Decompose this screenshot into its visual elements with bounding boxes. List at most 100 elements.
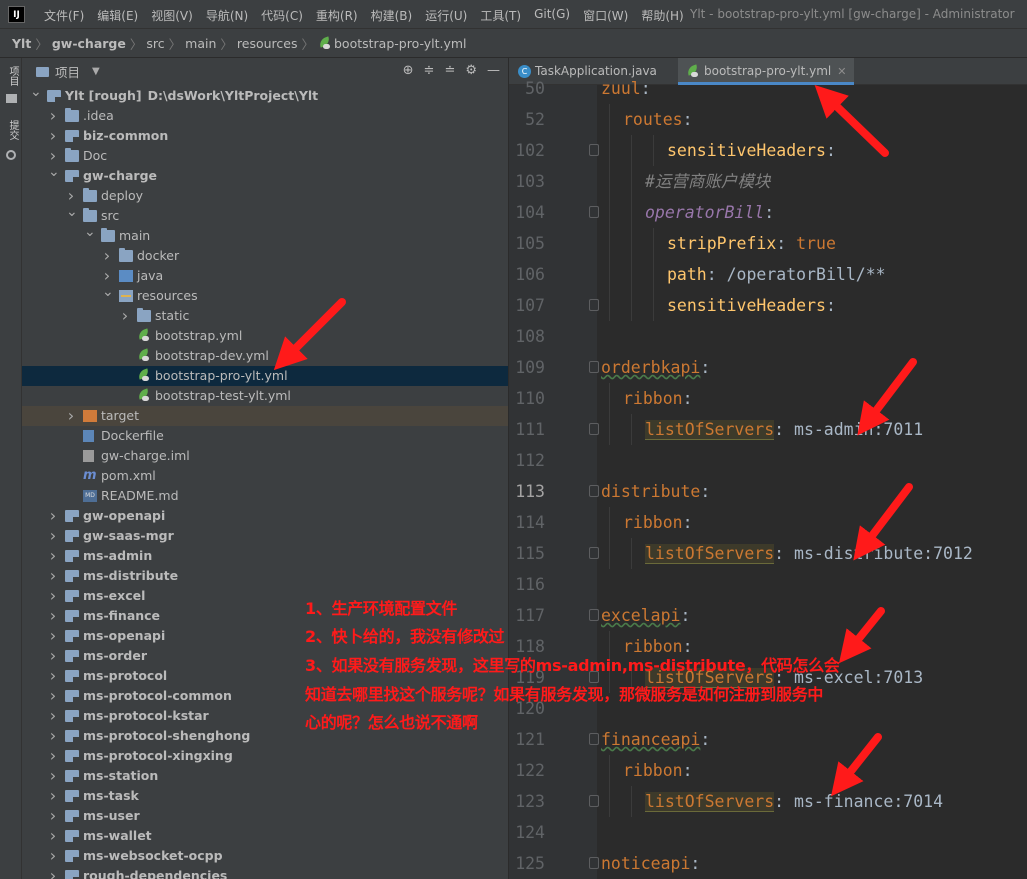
menu-item[interactable]: 运行(U) bbox=[425, 7, 467, 24]
tree-row[interactable]: › rough-dependencies bbox=[22, 866, 508, 879]
expand-all-icon[interactable]: ≑ bbox=[424, 63, 435, 78]
menu-item[interactable]: 导航(N) bbox=[206, 7, 248, 24]
chevron-right-icon[interactable]: › bbox=[48, 706, 58, 726]
chevron-right-icon[interactable]: › bbox=[48, 106, 58, 126]
menu-item[interactable]: 视图(V) bbox=[151, 7, 193, 24]
chevron-right-icon[interactable]: › bbox=[48, 786, 58, 806]
chevron-right-icon[interactable]: › bbox=[48, 526, 58, 546]
chevron-down-icon[interactable]: ⌄ bbox=[66, 205, 78, 219]
breadcrumb-item[interactable]: src bbox=[146, 36, 164, 51]
menu-item[interactable]: Git(G) bbox=[534, 7, 570, 24]
tree-row[interactable]: ⌄ gw-charge bbox=[22, 165, 508, 186]
project-pane-title[interactable]: 项目 bbox=[55, 62, 80, 81]
menu-item[interactable]: 重构(R) bbox=[316, 7, 358, 24]
code-area[interactable]: 50 zuul: 52 routes: 102 sensitiveHeaders: 103 #… bbox=[509, 79, 1027, 879]
chevron-right-icon[interactable]: › bbox=[48, 566, 58, 586]
chevron-right-icon[interactable]: › bbox=[48, 806, 58, 826]
tree-row[interactable]: › gw-openapi bbox=[22, 506, 508, 526]
menu-item[interactable]: 构建(B) bbox=[371, 7, 413, 24]
chevron-right-icon[interactable]: › bbox=[48, 826, 58, 846]
chevron-right-icon[interactable]: › bbox=[48, 586, 58, 606]
tree-row[interactable]: › static bbox=[22, 306, 508, 326]
fold-marker-icon[interactable] bbox=[589, 857, 599, 869]
tree-row[interactable]: ⌄ Ylt [rough] D:\dsWork\YltProject\Ylt bbox=[22, 85, 508, 106]
tree-row[interactable]: › gw-saas-mgr bbox=[22, 526, 508, 546]
chevron-right-icon[interactable]: › bbox=[48, 146, 58, 166]
chevron-right-icon[interactable]: › bbox=[48, 726, 58, 746]
tree-row[interactable]: › ms-task bbox=[22, 786, 508, 806]
chevron-down-icon[interactable]: ⌄ bbox=[48, 165, 60, 179]
menu-item[interactable]: 编辑(E) bbox=[97, 7, 138, 24]
fold-marker-icon[interactable] bbox=[589, 206, 599, 218]
tree-row[interactable]: bootstrap-pro-ylt.yml bbox=[22, 366, 508, 386]
tree-row[interactable]: › ms-wallet bbox=[22, 826, 508, 846]
chevron-right-icon[interactable]: › bbox=[102, 266, 112, 286]
tree-row[interactable]: ⌄ resources bbox=[22, 285, 508, 306]
tree-row[interactable]: › ms-protocol-xingxing bbox=[22, 746, 508, 766]
breadcrumb-item[interactable]: Ylt bbox=[12, 36, 31, 51]
tree-row[interactable]: bootstrap.yml bbox=[22, 326, 508, 346]
tree-row[interactable]: bootstrap-dev.yml bbox=[22, 346, 508, 366]
fold-marker-icon[interactable] bbox=[589, 361, 599, 373]
tree-row[interactable]: ⌄ src bbox=[22, 205, 508, 226]
minimize-icon[interactable]: — bbox=[487, 63, 500, 78]
chevron-right-icon[interactable]: › bbox=[48, 506, 58, 526]
breadcrumb-item[interactable]: gw-charge bbox=[52, 36, 126, 51]
tree-row[interactable]: › docker bbox=[22, 246, 508, 266]
project-tool-button[interactable]: 项目 bbox=[2, 66, 20, 86]
chevron-right-icon[interactable]: › bbox=[48, 766, 58, 786]
fold-marker-icon[interactable] bbox=[589, 144, 599, 156]
chevron-right-icon[interactable]: › bbox=[48, 646, 58, 666]
chevron-right-icon[interactable]: › bbox=[48, 126, 58, 146]
chevron-down-icon[interactable]: ⌄ bbox=[84, 225, 96, 239]
tree-row[interactable]: ⌄ main bbox=[22, 225, 508, 246]
chevron-down-icon[interactable]: ⌄ bbox=[30, 85, 42, 99]
tree-row[interactable]: › Doc bbox=[22, 146, 508, 166]
gear-icon[interactable]: ⚙ bbox=[465, 63, 477, 78]
chevron-down-icon[interactable]: ▼ bbox=[92, 66, 100, 77]
tree-row[interactable]: gw-charge.iml bbox=[22, 446, 508, 466]
chevron-right-icon[interactable]: › bbox=[48, 666, 58, 686]
tree-row[interactable]: › biz-common bbox=[22, 126, 508, 146]
menu-item[interactable]: 窗口(W) bbox=[583, 7, 628, 24]
breadcrumb-item[interactable]: resources bbox=[237, 36, 298, 51]
tree-row[interactable]: bootstrap-test-ylt.yml bbox=[22, 386, 508, 406]
tree-row[interactable]: › ms-admin bbox=[22, 546, 508, 566]
menu-item[interactable]: 工具(T) bbox=[480, 7, 521, 24]
tree-row[interactable]: › ms-distribute bbox=[22, 566, 508, 586]
chevron-right-icon[interactable]: › bbox=[48, 846, 58, 866]
tree-row[interactable]: › target bbox=[22, 406, 508, 426]
fold-marker-icon[interactable] bbox=[589, 299, 599, 311]
tree-row[interactable]: m pom.xml bbox=[22, 466, 508, 486]
menu-item[interactable]: 代码(C) bbox=[261, 7, 303, 24]
menu-item[interactable]: 文件(F) bbox=[44, 7, 84, 24]
tree-row[interactable]: › ms-user bbox=[22, 806, 508, 826]
fold-marker-icon[interactable] bbox=[589, 485, 599, 497]
chevron-right-icon[interactable]: › bbox=[48, 606, 58, 626]
menu-item[interactable]: 帮助(H) bbox=[641, 7, 683, 24]
tree-row[interactable]: › ms-websocket-ocpp bbox=[22, 846, 508, 866]
tree-row[interactable]: › .idea bbox=[22, 106, 508, 126]
chevron-right-icon[interactable]: › bbox=[102, 246, 112, 266]
fold-marker-icon[interactable] bbox=[589, 423, 599, 435]
breadcrumb-item[interactable]: main bbox=[185, 36, 216, 51]
chevron-right-icon[interactable]: › bbox=[66, 186, 76, 206]
chevron-right-icon[interactable]: › bbox=[48, 866, 58, 879]
tree-row[interactable]: › java bbox=[22, 266, 508, 286]
tree-row[interactable]: Dockerfile bbox=[22, 426, 508, 446]
chevron-right-icon[interactable]: › bbox=[48, 546, 58, 566]
tree-row[interactable]: › ms-station bbox=[22, 766, 508, 786]
breadcrumb-item[interactable]: bootstrap-pro-ylt.yml bbox=[334, 36, 467, 51]
chevron-right-icon[interactable]: › bbox=[48, 626, 58, 646]
chevron-right-icon[interactable]: › bbox=[48, 686, 58, 706]
chevron-right-icon[interactable]: › bbox=[48, 746, 58, 766]
tree-row[interactable]: › deploy bbox=[22, 186, 508, 206]
chevron-right-icon[interactable]: › bbox=[120, 306, 130, 326]
tree-row[interactable]: MD README.md bbox=[22, 486, 508, 506]
fold-marker-icon[interactable] bbox=[589, 795, 599, 807]
locate-icon[interactable]: ⊕ bbox=[403, 63, 414, 78]
fold-marker-icon[interactable] bbox=[589, 547, 599, 559]
chevron-down-icon[interactable]: ⌄ bbox=[102, 285, 114, 299]
chevron-right-icon[interactable]: › bbox=[66, 406, 76, 426]
collapse-all-icon[interactable]: ≐ bbox=[444, 63, 455, 78]
